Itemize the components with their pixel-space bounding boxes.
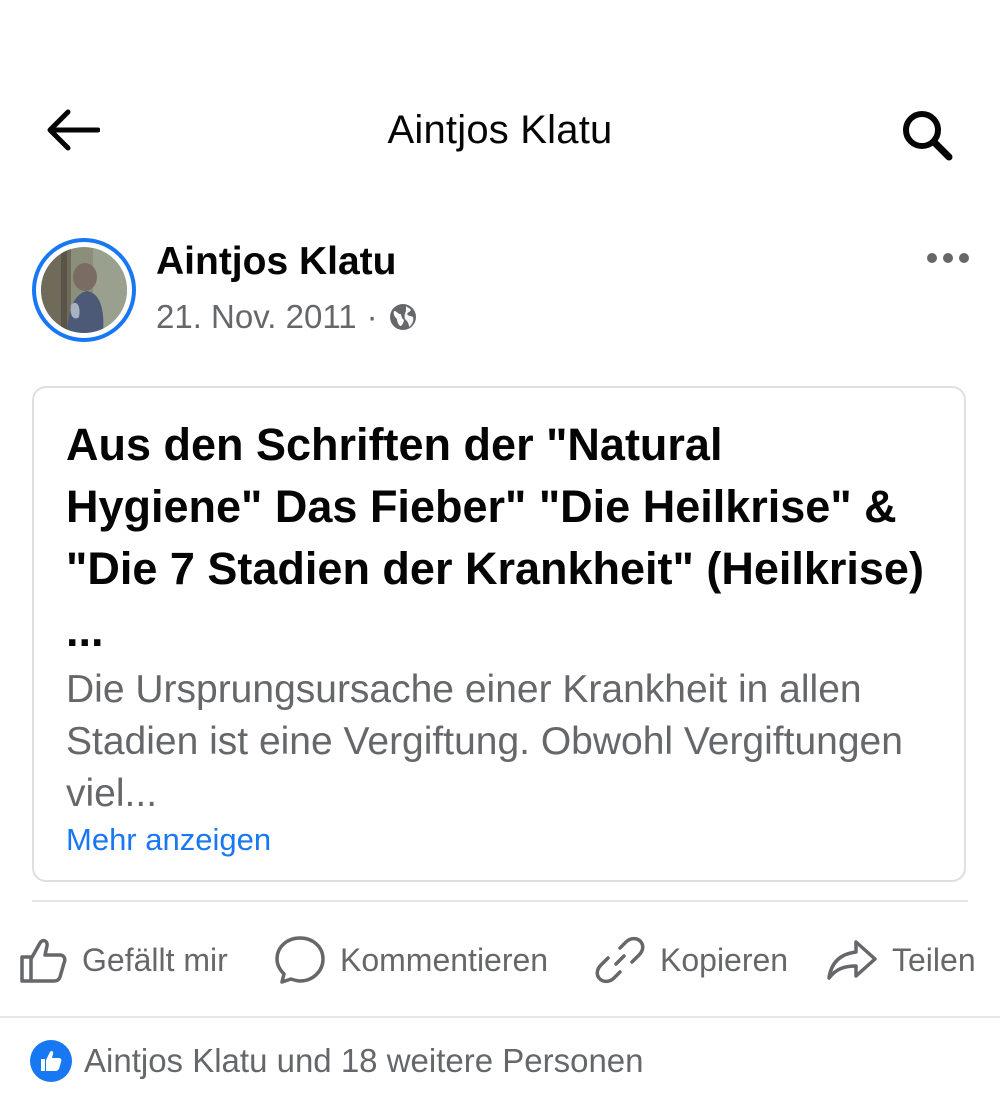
post-card[interactable]: Aus den Schriften der "Natural Hygiene" … (32, 386, 966, 882)
card-body: Die Ursprungsursache einer Krankheit in … (66, 668, 903, 808)
copy-label: Kopieren (660, 941, 789, 978)
more-dots-icon (927, 253, 969, 263)
avatar[interactable] (32, 238, 136, 342)
search-icon (903, 111, 953, 161)
share-icon (827, 940, 877, 980)
comment-button[interactable]: Kommentieren (274, 924, 548, 996)
page-title: Aintjos Klatu (387, 108, 613, 152)
thumbs-up-icon (20, 938, 67, 983)
meta-separator: · (366, 298, 378, 335)
action-bar: Gefällt mir Kommentieren Kopieren Teilen (0, 924, 1000, 996)
globe-icon (389, 304, 416, 330)
copy-button[interactable]: Kopieren (594, 924, 788, 996)
share-label: Teilen (892, 941, 976, 978)
comment-label: Kommentieren (340, 941, 549, 978)
post-author[interactable]: Aintjos Klatu (156, 240, 397, 284)
divider (0, 1016, 1000, 1018)
show-more-link[interactable]: Mehr anzeigen (66, 822, 271, 858)
reactions-text: Aintjos Klatu und 18 weitere Personen (84, 1042, 644, 1079)
like-label: Gefällt mir (82, 941, 228, 978)
share-button[interactable]: Teilen (826, 924, 976, 996)
post-date[interactable]: 21. Nov. 2011 (156, 298, 357, 336)
more-options-button[interactable] (920, 238, 976, 278)
search-button[interactable] (892, 100, 962, 170)
link-icon (595, 936, 645, 984)
post-meta: 21. Nov. 2011 · (156, 298, 418, 336)
post-header: Aintjos Klatu 21. Nov. 2011 · (0, 232, 1000, 342)
avatar-image (41, 247, 127, 333)
divider (32, 900, 968, 902)
card-title: Aus den Schriften der "Natural Hygiene" … (66, 419, 924, 656)
like-button[interactable]: Gefällt mir (18, 924, 228, 996)
top-bar: Aintjos Klatu (0, 70, 1000, 190)
like-badge-icon (30, 1040, 72, 1082)
comment-icon (275, 936, 325, 984)
reactions-summary[interactable]: Aintjos Klatu und 18 weitere Personen (30, 1040, 644, 1082)
